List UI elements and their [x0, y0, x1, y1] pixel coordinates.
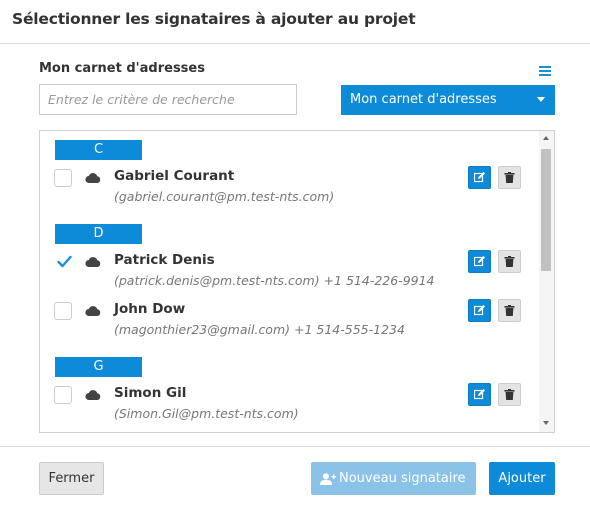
delete-button[interactable] [498, 250, 521, 273]
contact-row[interactable]: Gabriel Courant (gabriel.courant@pm.test… [40, 160, 540, 204]
edit-icon [474, 305, 485, 316]
cloud-icon [85, 390, 101, 400]
edit-icon [474, 256, 485, 267]
delete-button[interactable] [498, 383, 521, 406]
group-header-g: G [55, 357, 142, 377]
contact-row[interactable]: John Dow (magonthier23@gmail.com) +1 514… [40, 293, 540, 337]
contact-list[interactable]: C Gabriel Courant (gabriel.courant@pm.te… [39, 130, 555, 433]
contact-name[interactable]: John Dow [114, 301, 185, 317]
dialog-header: Sélectionner les signataires à ajouter a… [0, 0, 590, 44]
edit-button[interactable] [468, 250, 491, 273]
search-input[interactable] [39, 84, 297, 115]
contact-detail: (gabriel.courant@pm.test-nts.com) [114, 189, 335, 204]
contact-name[interactable]: Simon Gil [114, 385, 186, 401]
new-signer-button[interactable]: Nouveau signataire [311, 462, 476, 495]
contact-row[interactable]: Patrick Denis (patrick.denis@pm.test-nts… [40, 244, 540, 288]
edit-button[interactable] [468, 299, 491, 322]
address-book-label: Mon carnet d'adresses [39, 61, 205, 76]
trash-icon [504, 256, 515, 267]
add-user-icon [320, 473, 336, 485]
contact-detail: (magonthier23@gmail.com) +1 514-555-1234 [114, 322, 405, 337]
scroll-up-arrow-icon[interactable] [543, 136, 549, 140]
delete-button[interactable] [498, 299, 521, 322]
group-header-c: C [55, 140, 142, 160]
cloud-icon [85, 173, 101, 183]
cloud-icon [85, 257, 101, 267]
edit-icon [474, 172, 485, 183]
contact-detail: (Simon.Gil@pm.test-nts.com) [114, 406, 299, 421]
edit-button[interactable] [468, 166, 491, 189]
add-button[interactable]: Ajouter [489, 462, 555, 495]
select-checkbox[interactable] [54, 302, 72, 320]
edit-button[interactable] [468, 383, 491, 406]
dialog-footer: Fermer Nouveau signataire Ajouter [0, 446, 590, 505]
contact-name[interactable]: Gabriel Courant [114, 168, 234, 184]
caret-down-icon [537, 97, 545, 102]
contact-name[interactable]: Patrick Denis [114, 252, 215, 268]
trash-icon [504, 389, 515, 400]
select-checkbox[interactable] [54, 169, 72, 187]
list-scrollbar[interactable] [539, 131, 554, 432]
delete-button[interactable] [498, 166, 521, 189]
scroll-thumb[interactable] [541, 149, 551, 271]
hamburger-icon[interactable] [539, 66, 551, 77]
address-book-select-value: Mon carnet d'adresses [350, 92, 497, 107]
address-book-select[interactable]: Mon carnet d'adresses [341, 85, 555, 115]
scroll-down-arrow-icon[interactable] [543, 421, 549, 425]
trash-icon [504, 172, 515, 183]
group-header-d: D [55, 224, 142, 244]
contact-row[interactable]: Simon Gil (Simon.Gil@pm.test-nts.com) [40, 377, 540, 421]
close-button[interactable]: Fermer [39, 462, 104, 495]
select-checkbox[interactable] [54, 253, 72, 271]
new-signer-label: Nouveau signataire [339, 471, 466, 486]
cloud-icon [85, 306, 101, 316]
edit-icon [474, 389, 485, 400]
select-checkbox[interactable] [54, 386, 72, 404]
contact-detail: (patrick.denis@pm.test-nts.com) +1 514-2… [114, 273, 435, 288]
checkmark-icon [57, 255, 72, 268]
trash-icon [504, 305, 515, 316]
dialog-title: Sélectionner les signataires à ajouter a… [12, 10, 416, 28]
